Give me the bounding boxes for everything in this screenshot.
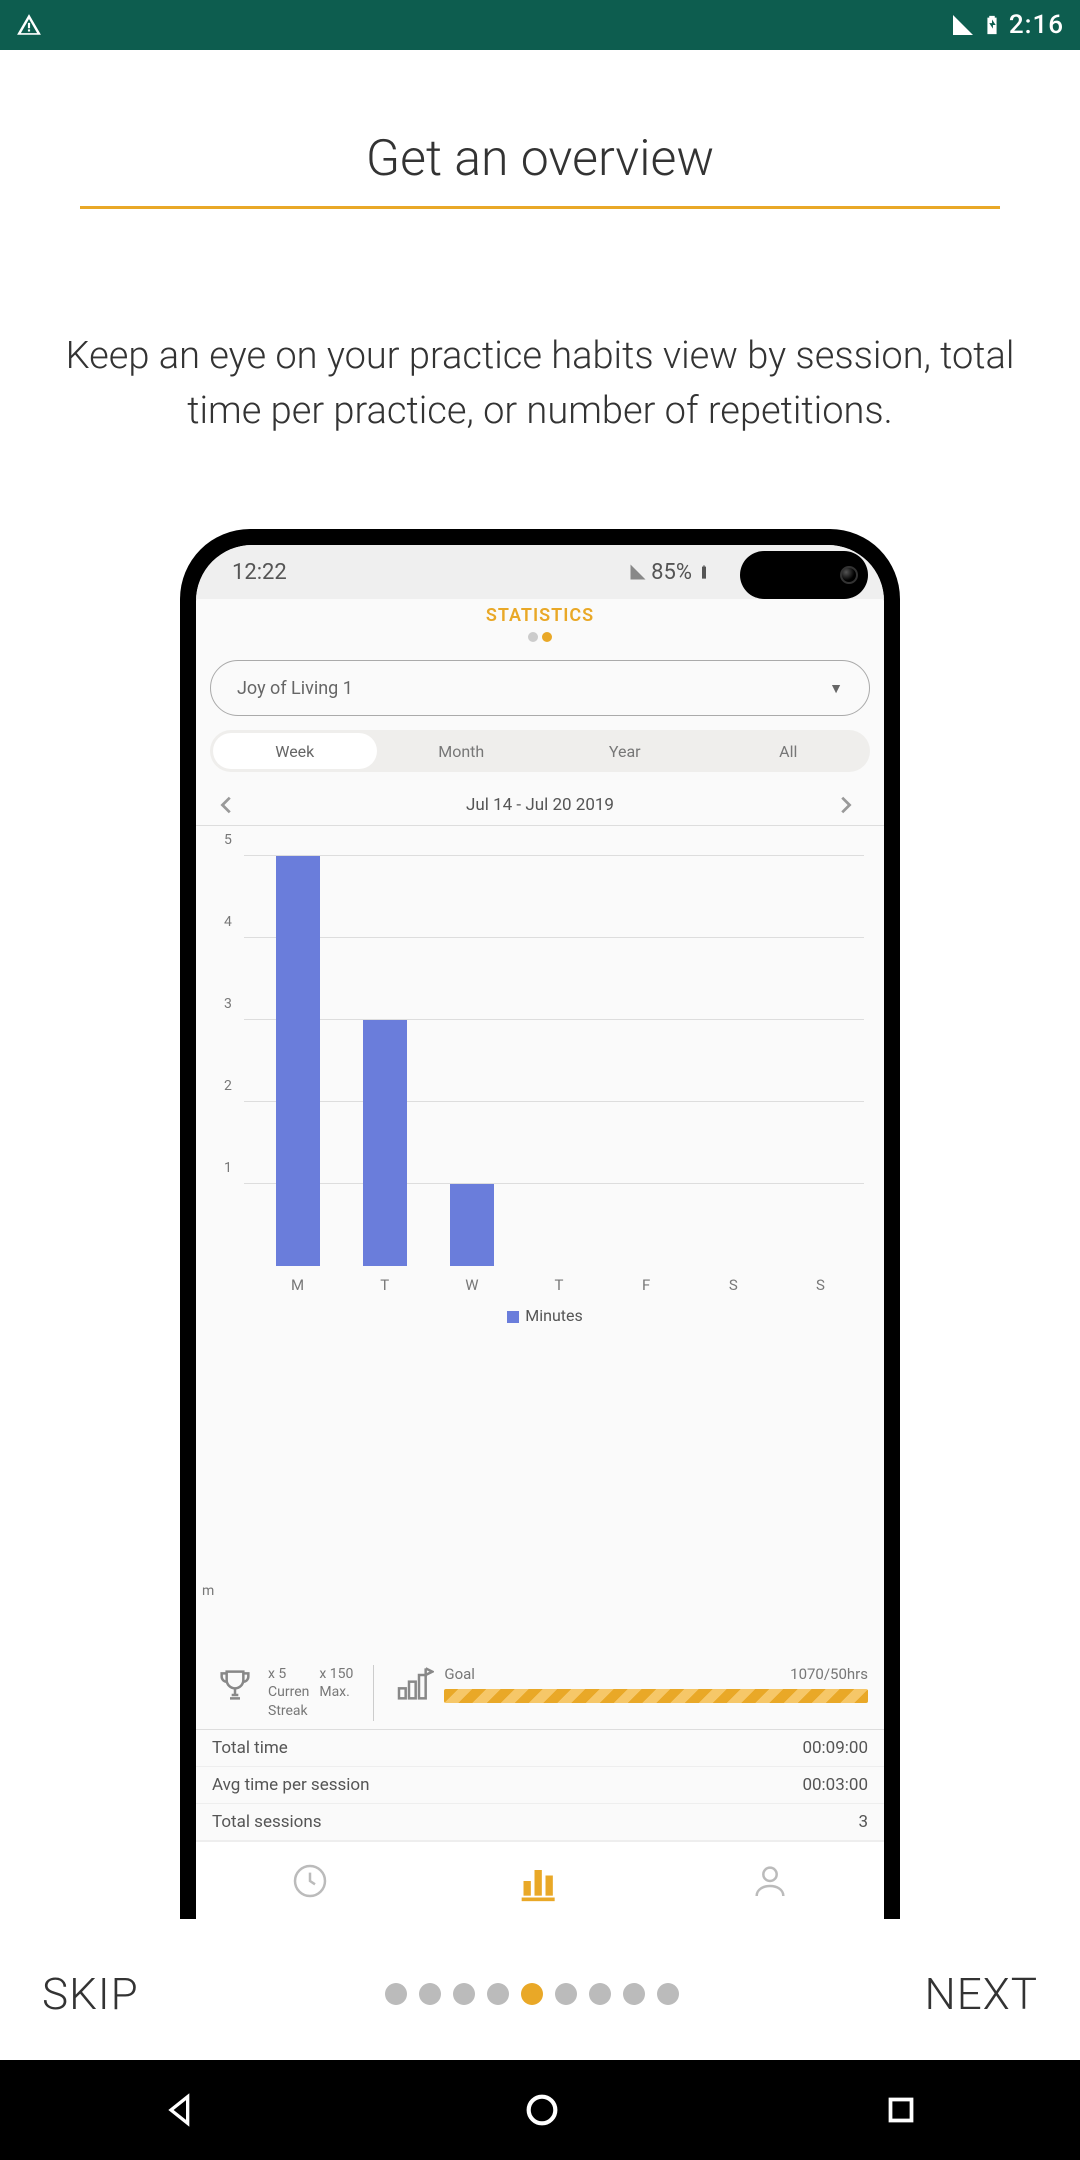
y-tick: 1 [224,1160,232,1176]
streak-max-label: Max. [319,1683,353,1702]
streak-current-label2: Streak [268,1702,309,1721]
dropdown-value: Joy of Living 1 [237,678,353,699]
chevron-down-icon: ▼ [829,680,843,697]
range-tab-all[interactable]: All [707,730,871,772]
signal-icon [951,13,975,37]
date-range-label: Jul 14 - Jul 20 2019 [246,795,834,815]
x-tick: M [254,1276,341,1294]
total-time-label: Total time [212,1738,288,1758]
page-dot[interactable] [657,1983,679,2005]
prev-date-button[interactable] [216,794,246,816]
y-tick: 5 [224,832,232,848]
streak-columns: x 5 Curren Streak x 150 Max. [268,1665,353,1722]
inner-signal-icon [629,563,647,581]
total-sessions-label: Total sessions [212,1812,322,1832]
page-dot[interactable] [419,1983,441,2005]
next-date-button[interactable] [834,794,864,816]
page-dot[interactable] [453,1983,475,2005]
goal-progress-bar [444,1689,868,1703]
x-tick: S [777,1276,864,1294]
practice-dropdown[interactable]: Joy of Living 1 ▼ [210,660,870,716]
page-subtitle: Keep an eye on your practice habits view… [50,329,1030,439]
statistics-header: STATISTICS [196,599,884,626]
avg-time-row: Avg time per session 00:03:00 [196,1767,884,1804]
minutes-chart: 12345 m MTWTFSS Minutes [196,826,884,1642]
divider [373,1665,374,1722]
page-title: Get an overview [80,130,1000,209]
home-button[interactable] [522,2090,562,2130]
y-tick: 3 [224,996,232,1012]
avg-time-value: 00:03:00 [802,1775,868,1795]
y-tick: 4 [224,914,232,930]
total-time-row: Total time 00:09:00 [196,1730,884,1767]
inner-status-time: 12:22 [232,560,287,585]
page-dot[interactable] [487,1983,509,2005]
inner-battery-pct: 85% [651,560,692,585]
android-status-bar: 2:16 [0,0,1080,50]
recent-button[interactable] [883,2092,919,2128]
goal-value: 1070/50hrs [790,1665,868,1683]
status-time: 2:16 [1009,10,1064,40]
android-nav-bar [0,2060,1080,2160]
streak-goal-row: x 5 Curren Streak x 150 Max. [196,1659,884,1731]
goal-icon [394,1665,434,1705]
page-dot[interactable] [521,1983,543,2005]
statistics-page-dots [196,632,884,642]
total-sessions-value: 3 [858,1812,868,1832]
range-tab-year[interactable]: Year [543,730,707,772]
goal-label: Goal [444,1665,475,1683]
next-button[interactable]: NEXT [924,1968,1038,2020]
chart-legend: Minutes [226,1306,864,1325]
streak-max-count: x 150 [319,1665,353,1684]
x-tick: T [341,1276,428,1294]
y-tick: 2 [224,1078,232,1094]
clock-tab[interactable] [290,1861,330,1901]
range-tab-label: Month [438,742,484,761]
range-tab-label: Week [275,742,314,761]
camera-cutout [740,551,868,599]
x-tick: F [603,1276,690,1294]
skip-button[interactable]: SKIP [42,1968,139,2020]
range-tab-week[interactable]: Week [213,733,377,769]
x-tick: W [428,1276,515,1294]
x-tick: S [690,1276,777,1294]
page-dot[interactable] [555,1983,577,2005]
x-axis-labels: MTWTFSS [254,1276,864,1294]
inner-battery-icon [696,564,712,580]
warning-icon [16,12,42,38]
chart-bar [363,1020,407,1266]
stats-tab[interactable] [518,1859,562,1903]
page-dot[interactable] [385,1983,407,2005]
total-time-value: 00:09:00 [802,1738,868,1758]
battery-charging-icon [981,14,1003,36]
page-dots [379,1983,685,2005]
page-dot[interactable] [623,1983,645,2005]
y-axis-label: m [202,1583,214,1599]
back-button[interactable] [161,2090,201,2130]
total-sessions-row: Total sessions 3 [196,1804,884,1841]
x-tick: T [515,1276,602,1294]
range-segment: Week Month Year All [210,730,870,772]
trophy-icon [212,1665,258,1705]
range-tab-label: All [779,742,797,761]
streak-current-count: x 5 [268,1665,309,1684]
profile-tab[interactable] [750,1861,790,1901]
onboarding-content: Get an overview Keep an eye on your prac… [0,50,1080,1968]
chart-bar [276,856,320,1266]
range-tab-month[interactable]: Month [380,730,544,772]
chart-bar [450,1184,494,1266]
date-navigator: Jul 14 - Jul 20 2019 [196,784,884,826]
phone-mockup: 12:22 85% STATISTICS Joy of Living 1 ▼ [180,529,900,1919]
streak-current-label1: Curren [268,1683,309,1702]
bottom-tab-bar [196,1841,884,1919]
range-tab-label: Year [609,742,641,761]
avg-time-label: Avg time per session [212,1775,370,1795]
legend-swatch [507,1311,519,1323]
onboarding-pager: SKIP NEXT [0,1968,1080,2060]
legend-label: Minutes [525,1306,583,1325]
page-dot[interactable] [589,1983,611,2005]
